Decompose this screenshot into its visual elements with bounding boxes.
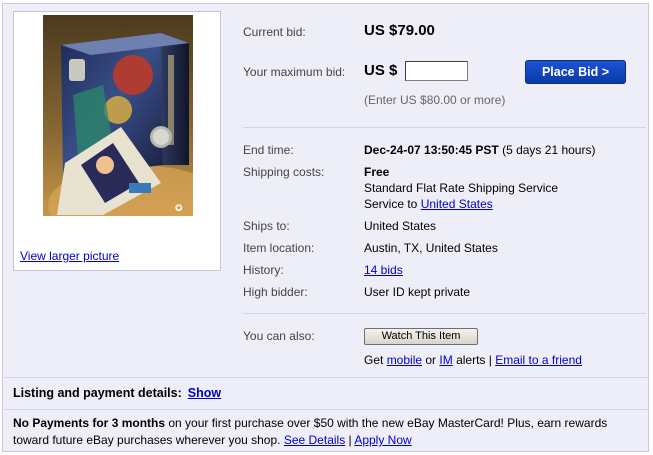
shipping-service: Standard Flat Rate Shipping Service xyxy=(364,181,559,195)
photo-box: ✪ View larger picture xyxy=(13,11,221,271)
mobile-link[interactable]: mobile xyxy=(387,353,422,367)
ships-to-value: United States xyxy=(364,219,437,233)
ships-to-label: Ships to: xyxy=(243,219,290,233)
see-details-link[interactable]: See Details xyxy=(284,433,345,447)
end-time-label: End time: xyxy=(243,143,294,157)
item-panel: ✪ View larger picture Current bid: US $7… xyxy=(2,3,649,452)
current-bid-value: US $79.00 xyxy=(364,22,435,39)
place-bid-button[interactable]: Place Bid > xyxy=(525,60,626,84)
item-photo-image: ✪ xyxy=(43,15,193,216)
item-location-value: Austin, TX, United States xyxy=(364,241,498,255)
bid-hint: (Enter US $80.00 or more) xyxy=(364,93,506,107)
watch-item-button[interactable]: Watch This Item xyxy=(364,328,478,345)
divider xyxy=(243,127,646,128)
divider xyxy=(4,377,649,378)
end-time-date: Dec-24-07 13:50:45 PST xyxy=(364,143,499,157)
item-photo[interactable]: ✪ xyxy=(43,15,193,216)
im-link[interactable]: IM xyxy=(439,353,452,367)
show-listing-link[interactable]: Show xyxy=(188,386,221,400)
email-friend-link[interactable]: Email to a friend xyxy=(495,353,582,367)
mastercard-promo: No Payments for 3 months on your first p… xyxy=(13,415,643,449)
max-bid-label: Your maximum bid: xyxy=(243,65,346,79)
high-bidder-value: User ID kept private xyxy=(364,285,471,299)
divider xyxy=(243,313,646,314)
divider xyxy=(4,409,649,410)
alerts-text: alerts | xyxy=(452,353,496,367)
shipping-label: Shipping costs: xyxy=(243,165,325,179)
or-text: or xyxy=(422,353,440,367)
get-text: Get xyxy=(364,353,387,367)
service-to-text: Service to xyxy=(364,197,421,211)
alerts-line: Get mobile or IM alerts | Email to a fri… xyxy=(364,353,582,367)
high-bidder-label: High bidder: xyxy=(243,285,308,299)
shipping-free: Free xyxy=(364,165,390,179)
end-time-value: Dec-24-07 13:50:45 PST (5 days 21 hours) xyxy=(364,143,595,157)
service-to: Service to United States xyxy=(364,197,493,211)
svg-text:✪: ✪ xyxy=(175,204,183,214)
service-to-link[interactable]: United States xyxy=(421,197,493,211)
bid-history-link[interactable]: 14 bids xyxy=(364,263,403,277)
max-bid-input[interactable] xyxy=(405,61,468,81)
end-time-remaining: (5 days 21 hours) xyxy=(498,143,596,157)
item-location-label: Item location: xyxy=(243,241,315,255)
view-larger-picture-link[interactable]: View larger picture xyxy=(20,249,119,263)
apply-now-link[interactable]: Apply Now xyxy=(354,433,411,447)
you-can-also-label: You can also: xyxy=(243,329,315,343)
listing-label: Listing and payment details: xyxy=(13,386,182,400)
promo-sep: | xyxy=(345,433,355,447)
listing-details: Listing and payment details: Show xyxy=(13,386,221,400)
history-label: History: xyxy=(243,263,284,277)
currency-label: US $ xyxy=(364,62,398,79)
current-bid-label: Current bid: xyxy=(243,25,306,39)
promo-bold: No Payments for 3 months xyxy=(13,416,166,430)
